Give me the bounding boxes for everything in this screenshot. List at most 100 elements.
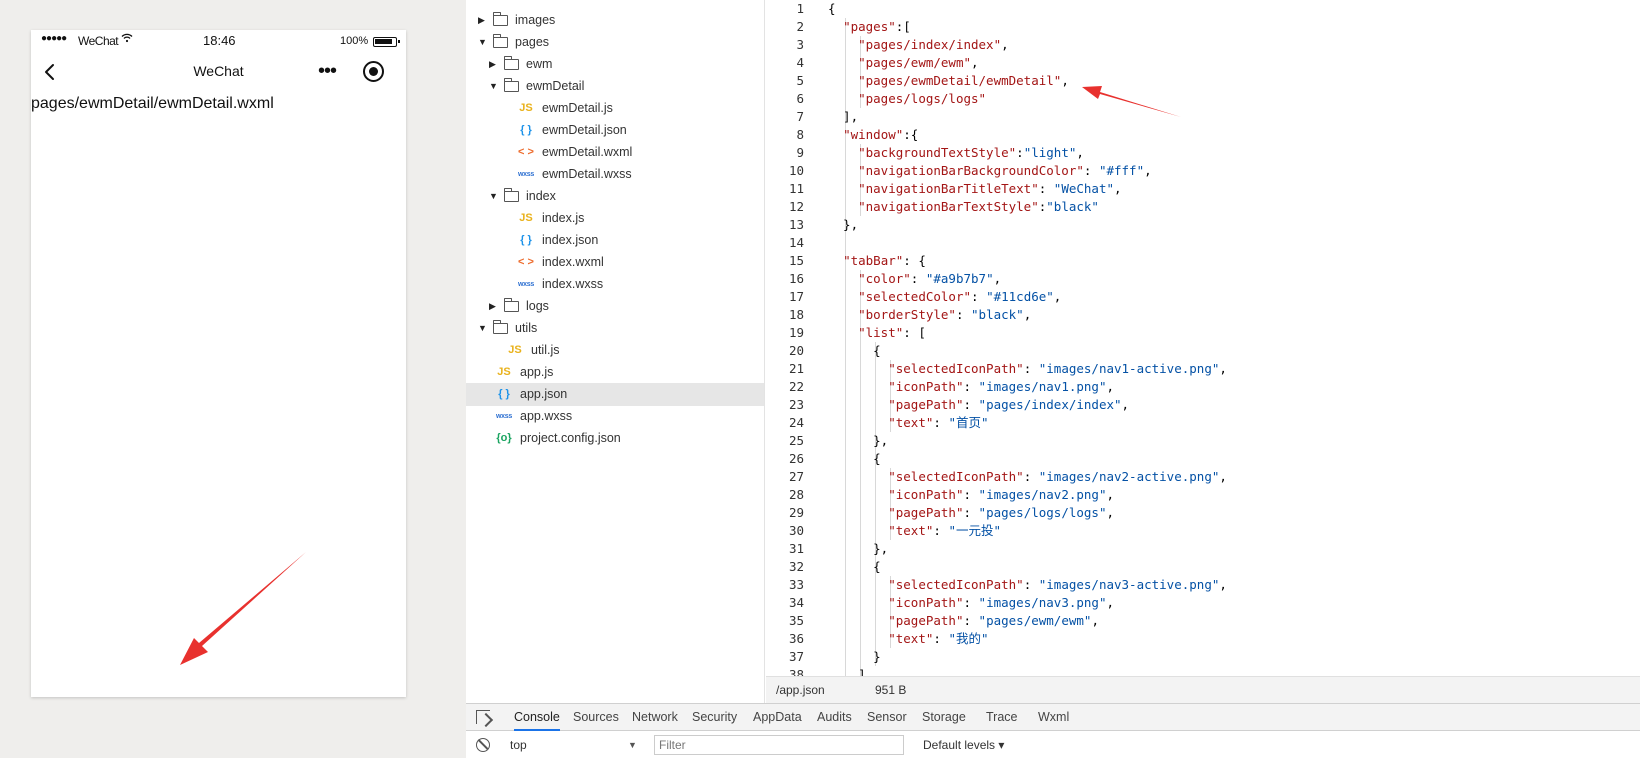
code-token: : [963, 613, 979, 628]
code-line[interactable]: 28 "iconPath": "images/nav2.png", [766, 486, 1640, 504]
code-line[interactable]: 37 } [766, 648, 1640, 666]
code-line[interactable]: 14 [766, 234, 1640, 252]
file-tree-item[interactable]: ▶ ewm [466, 53, 764, 76]
code-line[interactable]: 6 "pages/logs/logs" [766, 90, 1640, 108]
context-select[interactable]: top [506, 735, 636, 755]
file-tree-item[interactable]: ▼ utils [466, 317, 764, 340]
more-icon[interactable]: ••• [312, 60, 342, 84]
file-tree-item[interactable]: < > ewmDetail.wxml [466, 141, 764, 164]
code-line[interactable]: 32 { [766, 558, 1640, 576]
code-line[interactable]: 36 "text": "我的" [766, 630, 1640, 648]
chevron-down-icon[interactable]: ▼ [489, 185, 499, 208]
code-line[interactable]: 1{ [766, 0, 1640, 18]
code-line[interactable]: 7 ], [766, 108, 1640, 126]
code-line[interactable]: 18 "borderStyle": "black", [766, 306, 1640, 324]
line-number: 34 [788, 595, 804, 610]
code-token: "pages/ewm/ewm" [978, 613, 1092, 628]
code-line[interactable]: 29 "pagePath": "pages/logs/logs", [766, 504, 1640, 522]
file-tree-item[interactable]: ▼ ewmDetail [466, 75, 764, 98]
file-tree-item[interactable]: { } index.json [466, 229, 764, 252]
code-line[interactable]: 27 "selectedIconPath": "images/nav2-acti… [766, 468, 1640, 486]
code-line[interactable]: 25 }, [766, 432, 1640, 450]
code-line[interactable]: 17 "selectedColor": "#11cd6e", [766, 288, 1640, 306]
devtools-tab-storage[interactable]: Storage [922, 704, 966, 731]
inspect-element-icon[interactable] [476, 710, 490, 724]
devtools-tab-console[interactable]: Console [514, 704, 560, 731]
phone-screen[interactable]: ●●●●● WeChat 18:46 100% WeChat ••• pages… [31, 30, 406, 697]
chevron-down-icon[interactable]: ▼ [478, 317, 488, 340]
devtools-tab-audits[interactable]: Audits [817, 704, 852, 731]
devtools-tab-appdata[interactable]: AppData [753, 704, 802, 731]
file-tree-item[interactable]: ▼ index [466, 185, 764, 208]
code-line[interactable]: 21 "selectedIconPath": "images/nav1-acti… [766, 360, 1640, 378]
chevron-down-icon[interactable]: ▼ [478, 31, 488, 54]
code-line[interactable]: 24 "text": "首页" [766, 414, 1640, 432]
code-line[interactable]: 2 "pages":[ [766, 18, 1640, 36]
file-tree-item[interactable]: ▼ pages [466, 31, 764, 54]
code-line[interactable]: 15 "tabBar": { [766, 252, 1640, 270]
code-line[interactable]: 30 "text": "一元投" [766, 522, 1640, 540]
code-editor[interactable]: 1{2 "pages":[3 "pages/index/index", 4 "pa… [766, 0, 1640, 676]
file-tree-label: logs [526, 299, 549, 313]
file-tree-item[interactable]: wxss ewmDetail.wxss [466, 163, 764, 186]
context-caret-icon[interactable]: ▼ [628, 735, 637, 755]
code-line[interactable]: 33 "selectedIconPath": "images/nav3-acti… [766, 576, 1640, 594]
code-line[interactable]: 22 "iconPath": "images/nav1.png", [766, 378, 1640, 396]
code-line[interactable]: 23 "pagePath": "pages/index/index", [766, 396, 1640, 414]
code-token: :{ [903, 127, 919, 142]
chevron-down-icon[interactable]: ▼ [489, 75, 499, 98]
file-tree-item[interactable]: wxss index.wxss [466, 273, 764, 296]
file-tree-item[interactable]: < > index.wxml [466, 251, 764, 274]
code-line[interactable]: 31 }, [766, 540, 1640, 558]
file-tree-item[interactable]: ▶ logs [466, 295, 764, 318]
code-line[interactable]: 8 "window":{ [766, 126, 1640, 144]
devtools-tab-trace[interactable]: Trace [986, 704, 1018, 731]
chevron-right-icon[interactable]: ▶ [478, 9, 488, 32]
devtools-tab-wxml[interactable]: Wxml [1038, 704, 1069, 731]
devtools-tab-sources[interactable]: Sources [573, 704, 619, 731]
file-tree-label: index [526, 189, 556, 203]
file-tree-item[interactable]: ▶ images [466, 9, 764, 32]
file-tree-item[interactable]: JS ewmDetail.js [466, 97, 764, 120]
code-line[interactable]: 34 "iconPath": "images/nav3.png", [766, 594, 1640, 612]
code-line[interactable]: 26 { [766, 450, 1640, 468]
file-tree-item[interactable]: {o} project.config.json [466, 427, 764, 450]
devtools-tab-network[interactable]: Network [632, 704, 678, 731]
file-tree-label: app.json [520, 387, 568, 401]
code-line[interactable]: 35 "pagePath": "pages/ewm/ewm", [766, 612, 1640, 630]
code-line[interactable]: 12 "navigationBarTextStyle":"black" [766, 198, 1640, 216]
code-line[interactable]: 5 "pages/ewmDetail/ewmDetail", [766, 72, 1640, 90]
code-token: }, [828, 217, 859, 232]
chevron-right-icon[interactable]: ▶ [489, 295, 499, 318]
code-line[interactable]: 19 "list": [ [766, 324, 1640, 342]
clear-console-icon[interactable] [476, 738, 490, 752]
code-line[interactable]: 13 }, [766, 216, 1640, 234]
file-tree-item[interactable]: { } app.json [466, 383, 764, 406]
log-levels-dropdown[interactable]: Default levels ▾ [923, 735, 1004, 755]
code-line[interactable]: 4 "pages/ewm/ewm", [766, 54, 1640, 72]
code-line[interactable]: 38 ] [766, 666, 1640, 676]
code-token: "window" [843, 127, 904, 142]
file-tree-item[interactable]: JS util.js [466, 339, 764, 362]
code-text: { [828, 558, 881, 576]
code-line[interactable]: 20 { [766, 342, 1640, 360]
console-filter-input[interactable] [654, 735, 904, 755]
file-tree-item[interactable]: JS index.js [466, 207, 764, 230]
file-tree-item[interactable]: { } ewmDetail.json [466, 119, 764, 142]
code-token: ], [828, 109, 859, 124]
devtools-tab-sensor[interactable]: Sensor [867, 704, 907, 731]
js-file-icon: JS [519, 102, 533, 114]
code-line[interactable]: 9 "backgroundTextStyle":"light", [766, 144, 1640, 162]
devtools-tab-security[interactable]: Security [692, 704, 737, 731]
code-line[interactable]: 10 "navigationBarBackgroundColor": "#fff… [766, 162, 1640, 180]
file-tree-item[interactable]: wxss app.wxss [466, 405, 764, 428]
file-tree-item[interactable]: JS app.js [466, 361, 764, 384]
code-line[interactable]: 16 "color": "#a9b7b7", [766, 270, 1640, 288]
code-line[interactable]: 11 "navigationBarTitleText": "WeChat", [766, 180, 1640, 198]
chevron-right-icon[interactable]: ▶ [489, 53, 499, 76]
capsule-close-icon[interactable] [363, 61, 384, 82]
code-line[interactable]: 3 "pages/index/index", [766, 36, 1640, 54]
